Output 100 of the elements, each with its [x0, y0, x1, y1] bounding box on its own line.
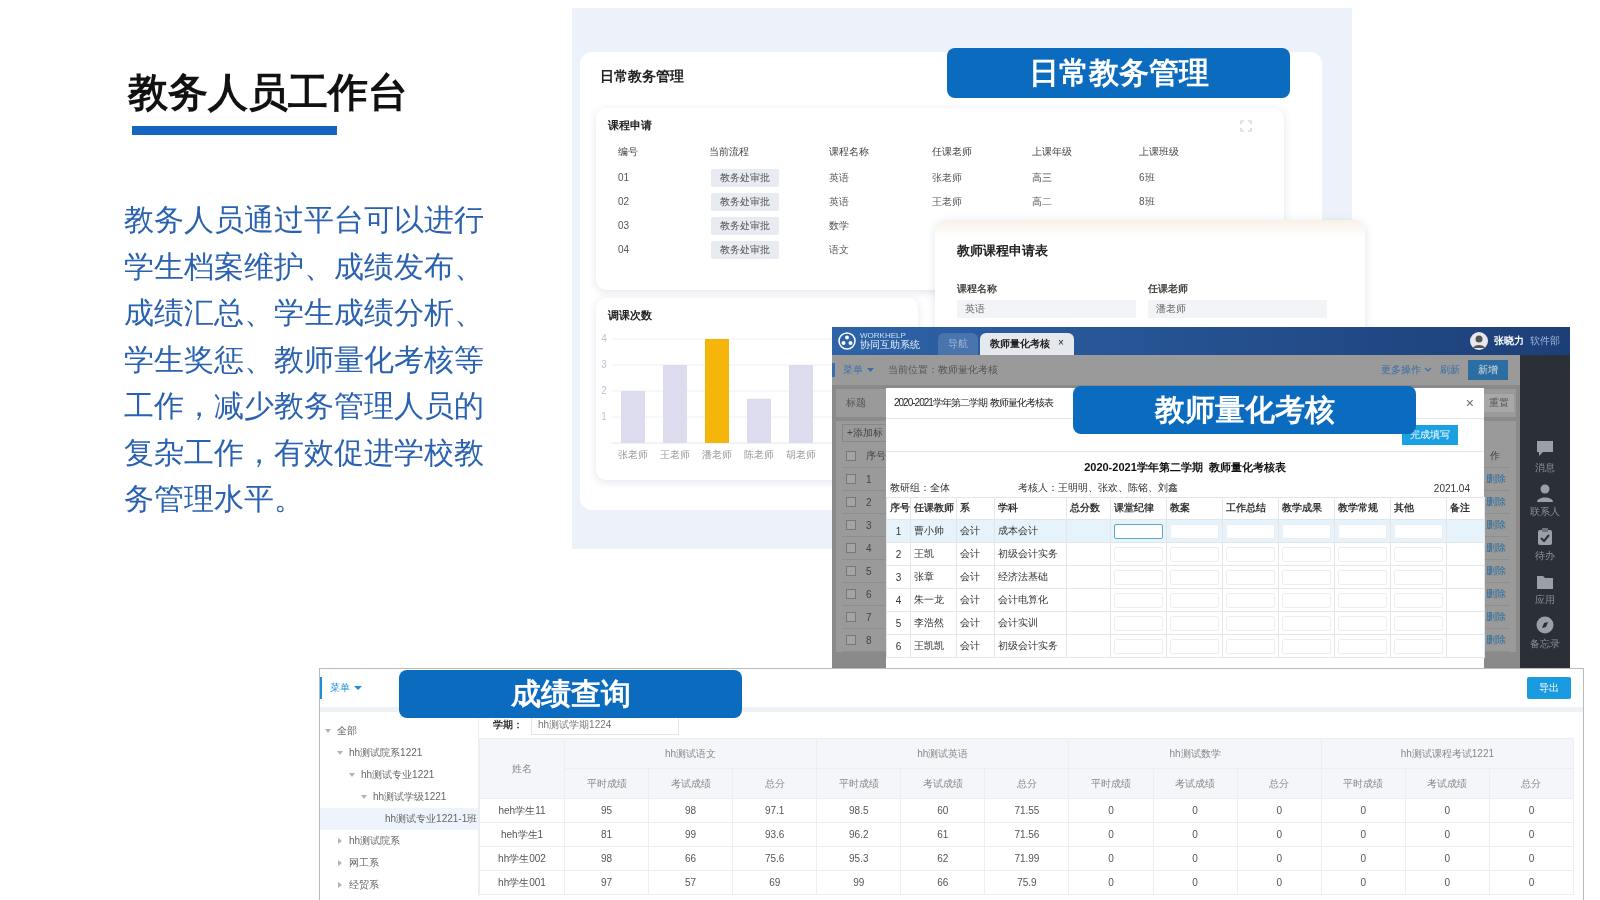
table-cell-text: 03 [618, 219, 631, 233]
tree-item[interactable]: 网工系 [320, 852, 478, 874]
column-header: 姓名 [479, 738, 565, 799]
caret-icon[interactable] [336, 881, 344, 889]
tree-item[interactable]: hh测试专业1221 [320, 764, 478, 786]
table-cell: 81 [564, 822, 649, 847]
caret-icon[interactable] [324, 727, 332, 735]
section-banner: 日常教务管理 [947, 48, 1290, 98]
table-cell: 会计实训 [994, 611, 1067, 635]
column-header: 课程名称 [829, 145, 870, 159]
close-button[interactable]: × [1465, 395, 1474, 411]
table-cell: 会计 [956, 611, 995, 635]
tick-label: 3 [601, 359, 607, 370]
table-cell-text: 张老师 [932, 171, 963, 185]
table-cell: 0 [1321, 822, 1406, 847]
table-cell: 0 [1237, 846, 1322, 871]
row-number: 8 [866, 634, 872, 646]
tree-item[interactable]: hh测试院系 [320, 830, 478, 852]
column-header: 工作总结 [1222, 497, 1279, 520]
checkbox[interactable] [846, 497, 856, 507]
checkbox[interactable] [846, 474, 856, 484]
row-number: 5 [866, 565, 872, 577]
table-cell: 71.55 [984, 798, 1069, 823]
new-button[interactable]: 新增 [1468, 360, 1508, 380]
table-cell: 2 [886, 542, 911, 566]
tab[interactable]: 导航 [938, 333, 978, 355]
column-header: 上课班级 [1139, 145, 1180, 159]
group-label: 教研组：全体 [890, 481, 951, 495]
logo-caption: WORKHELP [860, 332, 907, 340]
column-header: hh测试课程考试1221 [1321, 738, 1574, 769]
table-cell: 62 [900, 846, 985, 871]
table-cell-text: 英语 [829, 171, 850, 185]
sidebar-item[interactable]: 备忘录 [1530, 615, 1560, 651]
table-cell: 会计 [956, 634, 995, 658]
filter-label: 标题 [846, 396, 866, 410]
close-icon[interactable]: × [1058, 337, 1064, 351]
category-label: 胡老师 [786, 449, 816, 460]
column-header: 考试成绩 [648, 768, 733, 799]
checkbox[interactable] [846, 566, 856, 576]
export-button[interactable]: 导出 [1527, 677, 1571, 699]
column-header: 总分 [1237, 768, 1322, 799]
table-cell: 4 [886, 588, 911, 612]
tab[interactable]: 教师量化考核 × [980, 333, 1074, 355]
sidebar-item[interactable]: 联系人 [1530, 483, 1560, 519]
table-cell: 0 [1068, 846, 1154, 871]
caret-icon[interactable] [360, 793, 368, 801]
field-label: 课程名称 [957, 282, 998, 296]
caret-icon[interactable] [336, 859, 344, 867]
table-cell: 3 [886, 565, 911, 589]
table-cell: hh学生002 [479, 846, 565, 871]
sidebar-item[interactable]: 待办 [1535, 527, 1555, 563]
table-cell: 71.99 [984, 846, 1069, 871]
table-cell: 0 [1068, 870, 1154, 895]
tree-item[interactable]: hh测试专业1221-1班 [320, 808, 478, 830]
tick-label: 2 [601, 385, 607, 396]
tree-item[interactable]: 全部 [320, 720, 478, 742]
selected-row[interactable]: 1 曹小帅 会计 成本会计 [886, 519, 1485, 543]
sidebar-item[interactable]: 应用 [1535, 571, 1555, 607]
caret-icon[interactable] [348, 771, 356, 779]
table-cell: 66 [648, 846, 733, 871]
table-cell: 0 [1405, 846, 1490, 871]
table-cell: 会计 [956, 588, 995, 612]
checkbox[interactable] [846, 451, 856, 461]
table-cell: 0 [1489, 798, 1574, 823]
tree-item[interactable]: 经贸系 [320, 874, 478, 896]
column-header: 平时成绩 [1321, 768, 1406, 799]
tick-label: 4 [601, 333, 607, 344]
tree-item[interactable]: hh测试院系1221 [320, 742, 478, 764]
reset-button[interactable]: 重置 [1484, 394, 1514, 412]
caret-icon[interactable] [336, 837, 344, 845]
row-number: 6 [866, 588, 872, 600]
tree-item[interactable]: hh测试学级1221 [320, 786, 478, 808]
table-cell-text: 语文 [829, 243, 850, 257]
input-field[interactable]: 英语 [957, 300, 1136, 318]
caret-icon[interactable] [336, 749, 344, 757]
menu-button[interactable]: 菜单 [320, 677, 370, 699]
avatar-icon[interactable] [1470, 332, 1488, 350]
column-header: 教案 [1166, 497, 1223, 520]
checkbox[interactable] [846, 543, 856, 553]
column-header: 考试成绩 [1153, 768, 1238, 799]
table-cell: 95.3 [816, 846, 901, 871]
table-cell: 0 [1153, 846, 1238, 871]
table-cell: 0 [1489, 822, 1574, 847]
checkbox[interactable] [846, 635, 856, 645]
input-field[interactable] [1114, 523, 1163, 539]
table-cell: 0 [1237, 798, 1322, 823]
input-field[interactable]: 潘老师 [1148, 300, 1327, 318]
checkbox[interactable] [846, 520, 856, 530]
table-cell: heh学生11 [479, 798, 565, 823]
table-cell: heh学生1 [479, 822, 565, 847]
fullscreen-icon[interactable] [1240, 119, 1252, 132]
chevron-icon [1424, 367, 1432, 373]
table-cell: 0 [1405, 822, 1490, 847]
table-cell: 66 [900, 870, 985, 895]
checkbox[interactable] [846, 589, 856, 599]
column-header: 学科 [994, 497, 1067, 520]
app-name: 协同互助系统 [860, 340, 920, 350]
checkbox[interactable] [846, 612, 856, 622]
table-cell: 99 [816, 870, 901, 895]
sidebar-item[interactable]: 消息 [1535, 439, 1555, 475]
